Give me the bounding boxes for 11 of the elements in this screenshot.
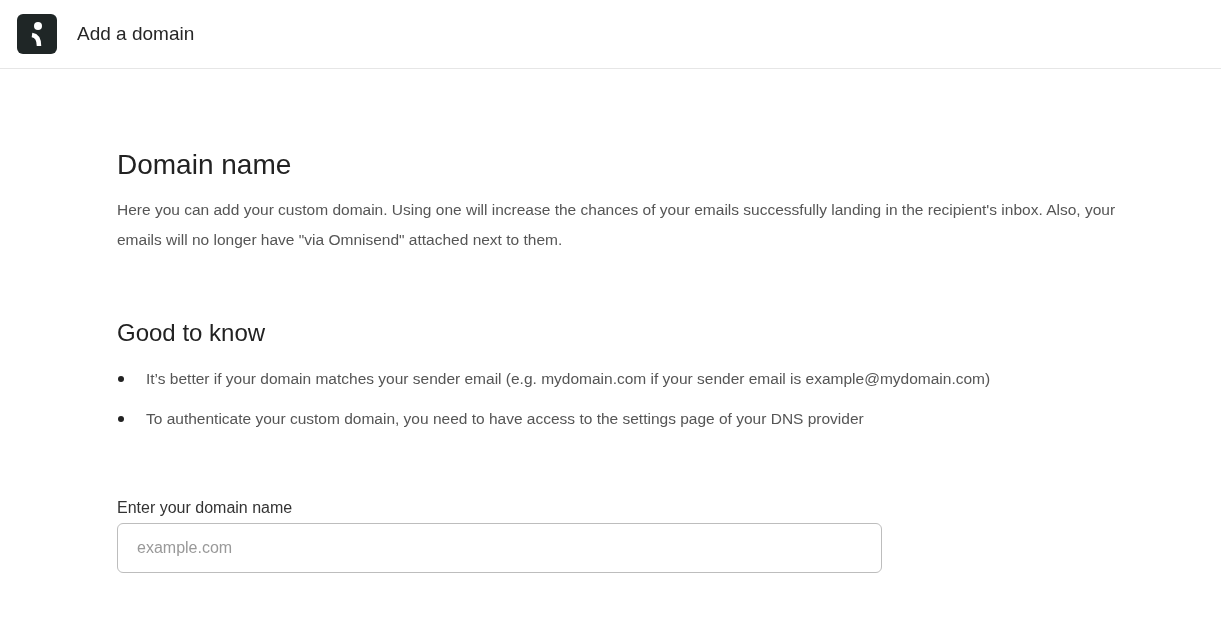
page-title: Add a domain: [77, 23, 195, 45]
section-heading: Domain name: [117, 149, 293, 181]
field-label: Enter your domain name: [117, 499, 294, 517]
bullet-icon: [118, 376, 124, 382]
bullet-icon: [118, 416, 124, 422]
bullet-text: To authenticate your custom domain, you need to have access to the settings page of your DNS provider: [146, 410, 864, 428]
logo-icon: [17, 14, 57, 54]
bullet-text: It’s better if your domain matches your sender email (e.g. mydomain.com if your sender email is example@mydomain.com): [146, 370, 991, 388]
domain-input-field[interactable]: example.com: [117, 523, 882, 573]
description-text: Here you can add your custom domain. Using one will increase the chances of your emails successfully landing in the recipient's inbox. Also, your emails will no longer have "via Omnisend" attached next to them.: [117, 200, 1117, 250]
section-heading: Good to know: [117, 319, 267, 347]
